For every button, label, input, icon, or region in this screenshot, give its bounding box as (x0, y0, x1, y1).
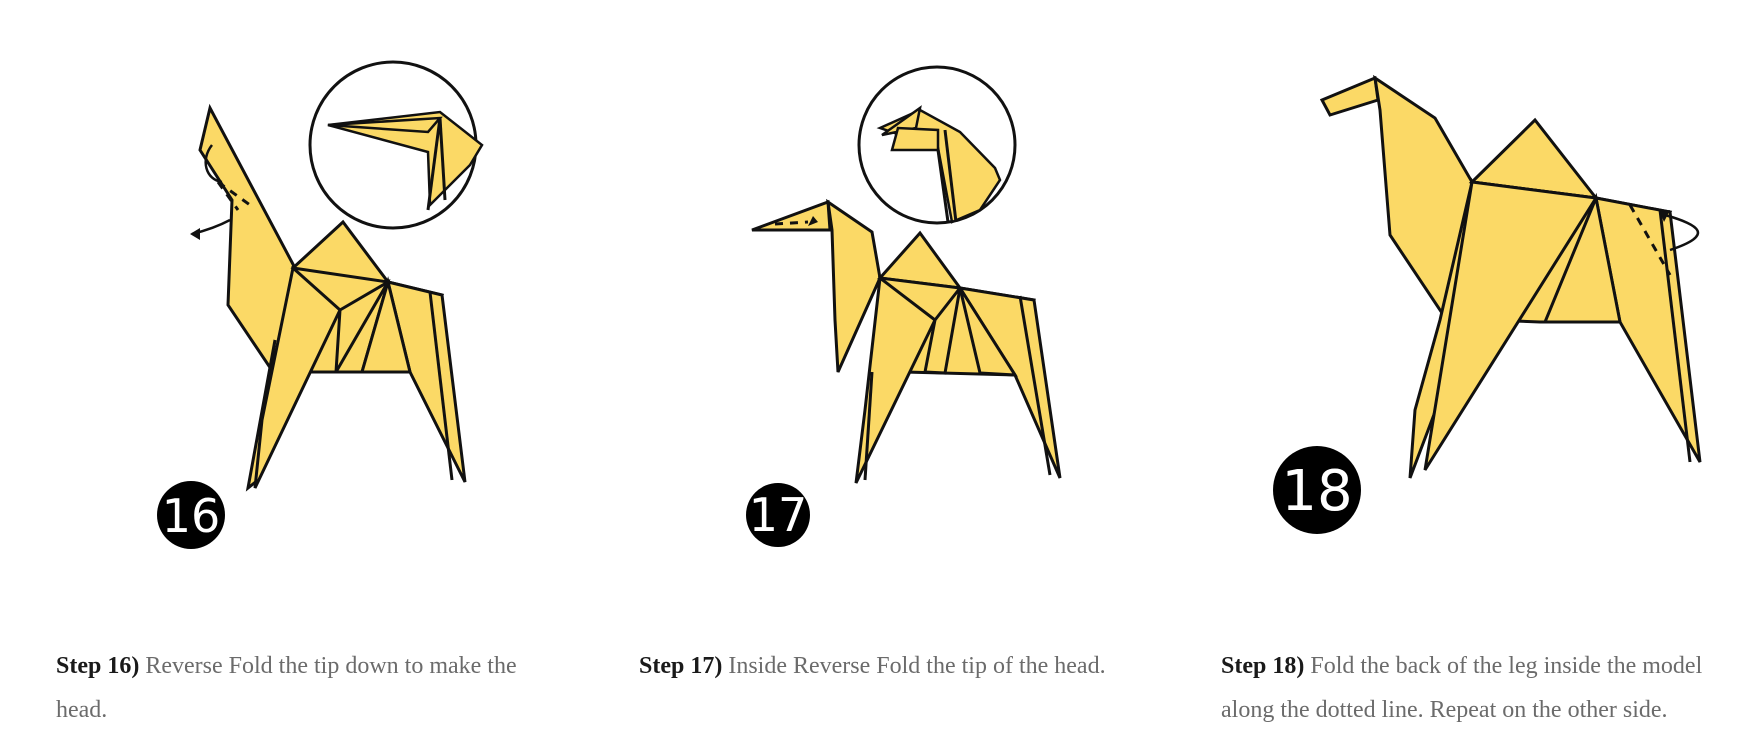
step-17-head (751, 199, 832, 232)
step-16-diagram: 16 (0, 0, 580, 600)
step-16-caption: Step 16) Reverse Fold the tip down to ma… (56, 644, 556, 732)
step-18-badge-number: 18 (1281, 459, 1352, 524)
step-17: 17 Step 17) Inside Reverse Fold the tip … (580, 0, 1160, 729)
step-17-text: Inside Reverse Fold the tip of the head. (722, 653, 1106, 679)
step-17-caption: Step 17) Inside Reverse Fold the tip of … (639, 644, 1159, 688)
step-18-illustration: 18 (1273, 74, 1702, 534)
step-16-illustration: 16 (157, 60, 484, 549)
step-17-illustration: 17 (746, 65, 1062, 547)
step-16-label: Step 16) (56, 653, 140, 679)
step-18-caption: Step 18) Fold the back of the leg inside… (1221, 644, 1737, 732)
step-16-badge-number: 16 (162, 489, 221, 543)
step-18-head (1319, 75, 1380, 117)
step-18-label: Step 18) (1221, 653, 1305, 679)
step-18: 18 Step 18) Fold the back of the leg ins… (1160, 0, 1737, 729)
step-17-badge-number: 17 (749, 488, 808, 542)
step-17-diagram: 17 (580, 0, 1160, 600)
step-17-label: Step 17) (639, 653, 723, 679)
step-16: 16 Step 16) Reverse Fold the tip down to… (0, 0, 580, 729)
step-18-diagram: 18 (1160, 0, 1737, 600)
step-16-hind-leg (385, 279, 467, 483)
